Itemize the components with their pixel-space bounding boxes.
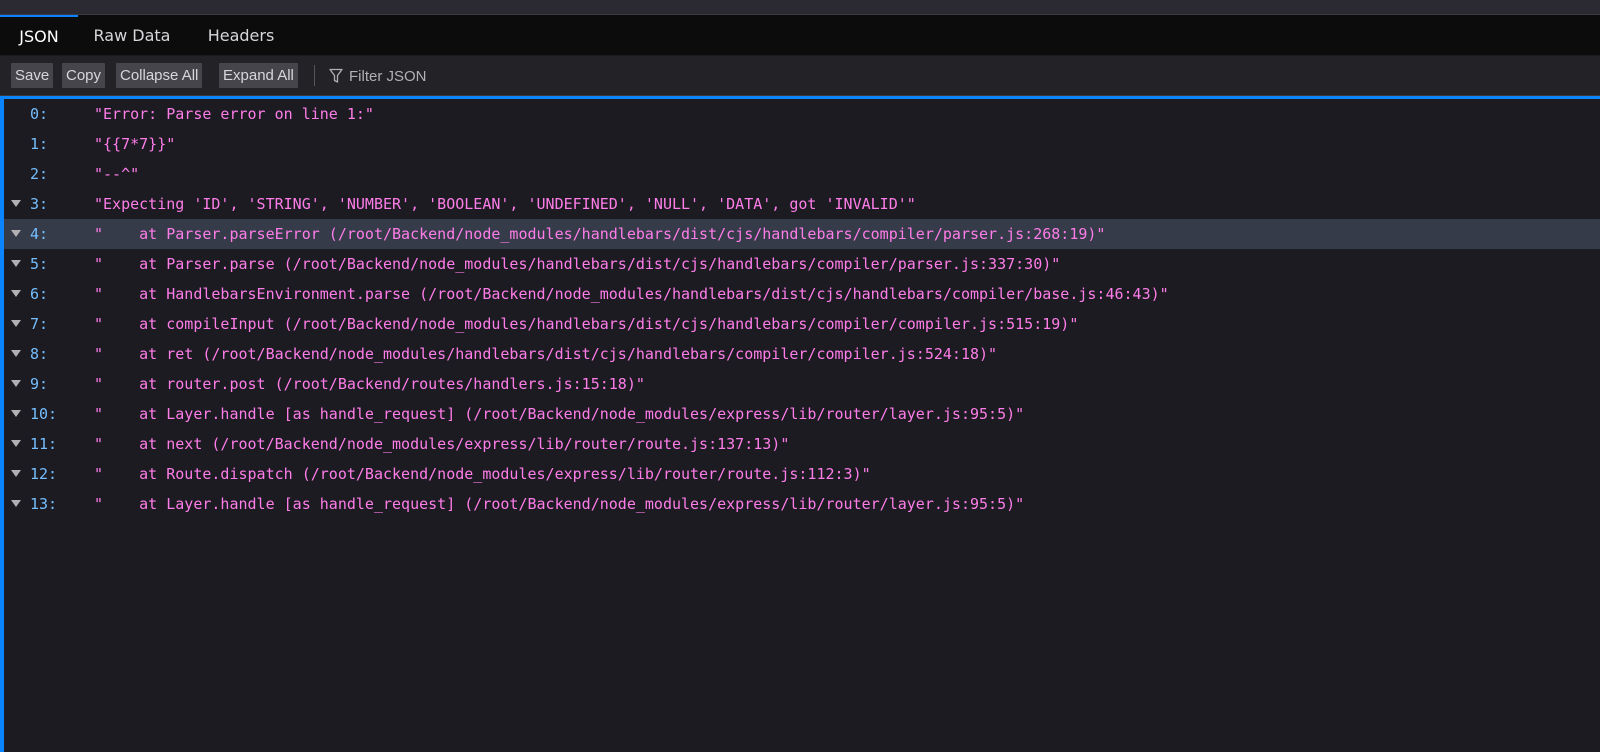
tab-headers[interactable]: Headers — [190, 15, 292, 55]
json-string-value: "{{7*7}}" — [94, 135, 176, 153]
json-key: 11: — [30, 435, 58, 453]
expand-triangle-icon[interactable] — [11, 440, 21, 447]
json-key: 9: — [30, 375, 49, 393]
json-row[interactable]: 6: " at HandlebarsEnvironment.parse (/ro… — [4, 279, 1600, 309]
json-key: 1: — [30, 135, 49, 153]
json-row[interactable]: 11: " at next (/root/Backend/node_module… — [4, 429, 1600, 459]
expand-triangle-icon[interactable] — [11, 260, 21, 267]
save-button[interactable]: Save — [11, 63, 54, 88]
copy-button[interactable]: Copy — [62, 63, 106, 88]
json-key: 0: — [30, 105, 49, 123]
json-key: 13: — [30, 495, 58, 513]
toolbar-separator — [314, 65, 315, 86]
json-string-value: "Expecting 'ID', 'STRING', 'NUMBER', 'BO… — [94, 195, 916, 213]
json-key: 7: — [30, 315, 49, 333]
filter-json-input[interactable] — [349, 64, 649, 88]
expand-all-button[interactable]: Expand All — [219, 63, 298, 88]
expand-triangle-icon[interactable] — [11, 230, 21, 237]
json-row[interactable]: 13: " at Layer.handle [as handle_request… — [4, 489, 1600, 519]
json-row[interactable]: 10: " at Layer.handle [as handle_request… — [4, 399, 1600, 429]
json-key: 5: — [30, 255, 49, 273]
expand-triangle-icon[interactable] — [11, 380, 21, 387]
browser-tab-strip — [0, 0, 1600, 15]
json-tree-view: 0: "Error: Parse error on line 1:" 1: "{… — [4, 99, 1600, 752]
json-row[interactable]: 0: "Error: Parse error on line 1:" — [4, 99, 1600, 129]
json-row[interactable]: 2: "--^" — [4, 159, 1600, 189]
expand-triangle-icon[interactable] — [11, 320, 21, 327]
json-row[interactable]: 3: "Expecting 'ID', 'STRING', 'NUMBER', … — [4, 189, 1600, 219]
expand-triangle-icon[interactable] — [11, 410, 21, 417]
json-row[interactable]: 8: " at ret (/root/Backend/node_modules/… — [4, 339, 1600, 369]
json-string-value: " at Route.dispatch (/root/Backend/node_… — [94, 465, 871, 483]
filter-icon — [329, 68, 343, 83]
json-string-value: " at compileInput (/root/Backend/node_mo… — [94, 315, 1079, 333]
expand-triangle-icon[interactable] — [11, 200, 21, 207]
json-toolbar: Save Copy Collapse All Expand All — [0, 56, 1600, 96]
json-string-value: "Error: Parse error on line 1:" — [94, 105, 374, 123]
json-string-value: " at Layer.handle [as handle_request] (/… — [94, 495, 1025, 513]
json-string-value: " at next (/root/Backend/node_modules/ex… — [94, 435, 790, 453]
json-row[interactable]: 5: " at Parser.parse (/root/Backend/node… — [4, 249, 1600, 279]
json-key: 4: — [30, 225, 49, 243]
expand-triangle-icon[interactable] — [11, 290, 21, 297]
tab-json[interactable]: JSON — [0, 15, 78, 55]
expand-triangle-icon[interactable] — [11, 500, 21, 507]
json-key: 8: — [30, 345, 49, 363]
json-string-value: " at ret (/root/Backend/node_modules/han… — [94, 345, 998, 363]
json-row-selected[interactable]: 4: " at Parser.parseError (/root/Backend… — [4, 219, 1600, 249]
json-string-value: "--^" — [94, 165, 140, 183]
json-row[interactable]: 12: " at Route.dispatch (/root/Backend/n… — [4, 459, 1600, 489]
json-key: 6: — [30, 285, 49, 303]
expand-triangle-icon[interactable] — [11, 470, 21, 477]
json-string-value: " at HandlebarsEnvironment.parse (/root/… — [94, 285, 1169, 303]
tab-raw-data[interactable]: Raw Data — [80, 15, 184, 55]
json-key: 12: — [30, 465, 58, 483]
collapse-all-button[interactable]: Collapse All — [116, 63, 203, 88]
json-string-value: " at Parser.parse (/root/Backend/node_mo… — [94, 255, 1061, 273]
json-string-value: " at Layer.handle [as handle_request] (/… — [94, 405, 1025, 423]
json-string-value: " at router.post (/root/Backend/routes/h… — [94, 375, 645, 393]
json-row[interactable]: 1: "{{7*7}}" — [4, 129, 1600, 159]
json-row[interactable]: 9: " at router.post (/root/Backend/route… — [4, 369, 1600, 399]
json-key: 2: — [30, 165, 49, 183]
json-key: 10: — [30, 405, 58, 423]
viewer-tab-bar: JSON Raw Data Headers — [0, 15, 1600, 55]
expand-triangle-icon[interactable] — [11, 350, 21, 357]
json-string-value: " at Parser.parseError (/root/Backend/no… — [94, 225, 1106, 243]
json-row[interactable]: 7: " at compileInput (/root/Backend/node… — [4, 309, 1600, 339]
json-key: 3: — [30, 195, 49, 213]
